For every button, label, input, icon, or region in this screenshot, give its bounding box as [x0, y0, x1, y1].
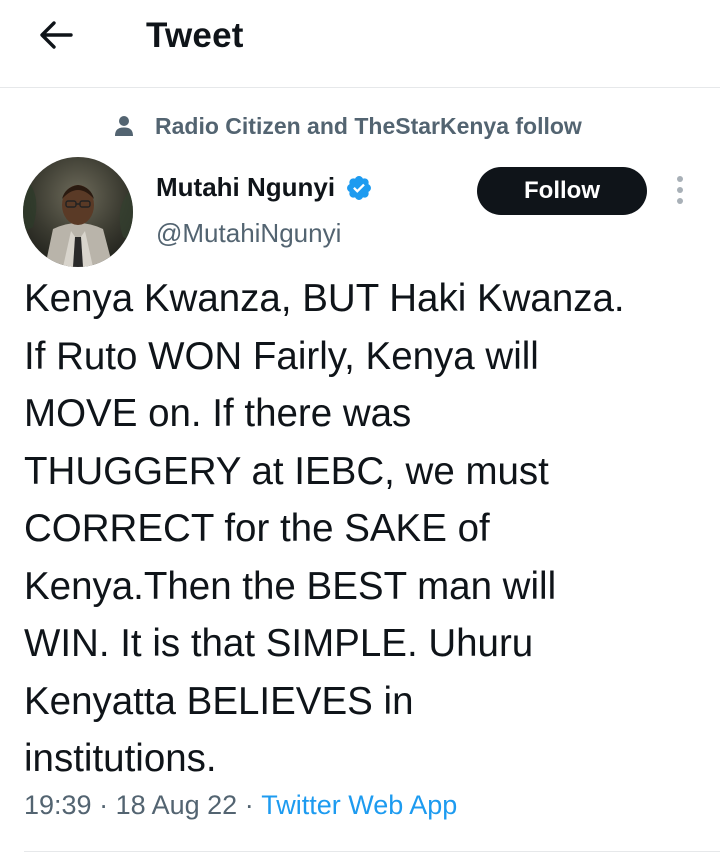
avatar[interactable] — [23, 157, 133, 267]
social-context: Radio Citizen and TheStarKenya follow — [114, 108, 582, 144]
tweet-time[interactable]: 19:39 — [24, 790, 92, 821]
author-handle[interactable]: @MutahiNgunyi — [156, 218, 341, 249]
arrow-left-icon — [39, 20, 73, 55]
back-button[interactable] — [28, 14, 84, 60]
social-context-text: Radio Citizen and TheStarKenya follow — [155, 112, 582, 139]
verified-badge-icon — [345, 174, 373, 202]
author-display-name[interactable]: Mutahi Ngunyi — [156, 172, 373, 203]
author-name-text: Mutahi Ngunyi — [156, 172, 336, 202]
divider — [24, 851, 720, 852]
meta-separator: · — [237, 790, 262, 820]
more-options-button[interactable] — [664, 172, 696, 212]
page-title: Tweet — [146, 16, 244, 55]
follow-button[interactable]: Follow — [477, 167, 647, 215]
tweet-date[interactable]: 18 Aug 22 — [116, 790, 238, 821]
tweet-meta: 19:39 · 18 Aug 22 · Twitter Web App — [24, 790, 457, 821]
more-vertical-icon — [675, 175, 685, 210]
tweet-source-link[interactable]: Twitter Web App — [261, 790, 457, 821]
tweet-text: Kenya Kwanza, BUT Haki Kwanza. If Ruto W… — [24, 277, 625, 780]
person-icon — [114, 115, 134, 137]
meta-separator: · — [91, 790, 116, 820]
top-app-bar: Tweet — [0, 0, 720, 88]
